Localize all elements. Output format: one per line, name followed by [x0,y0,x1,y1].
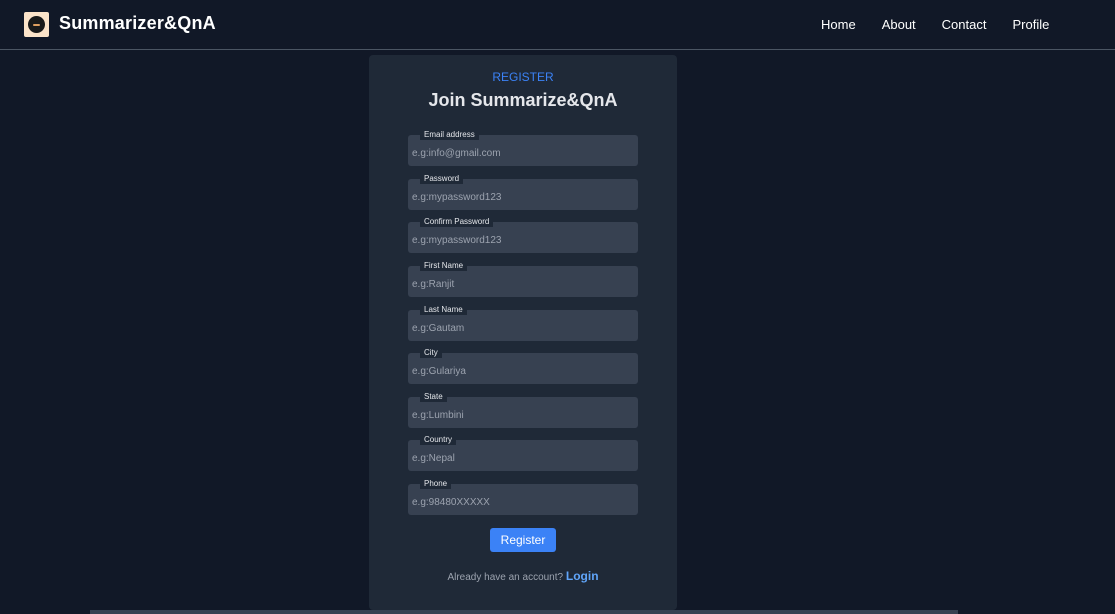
register-card: REGISTER Join Summarize&QnA Email addres… [369,55,677,610]
nav-link-profile[interactable]: Profile [1012,17,1049,32]
phone-label: Phone [420,479,452,489]
city-field-group: City [408,348,638,384]
state-label: State [420,392,447,402]
nav-link-home[interactable]: Home [821,17,856,32]
confirm-password-label: Confirm Password [420,217,494,227]
nav-link-contact[interactable]: Contact [942,17,987,32]
form-subtitle: REGISTER [492,70,554,84]
country-field-group: Country [408,435,638,471]
country-label: Country [420,435,457,445]
last-name-label: Last Name [420,305,467,315]
logo-icon[interactable] [24,12,49,37]
first-name-field-group: First Name [408,261,638,297]
nav-link-about[interactable]: About [882,17,916,32]
register-button[interactable]: Register [490,528,556,552]
navbar: Summarizer&QnA Home About Contact Profil… [0,0,1115,50]
logo-inner [28,16,45,33]
last-name-field-group: Last Name [408,305,638,341]
state-field-group: State [408,392,638,428]
password-field-group: Password [408,174,638,210]
email-label: Email address [420,130,479,140]
brand-name[interactable]: Summarizer&QnA [59,13,216,34]
password-label: Password [420,174,464,184]
account-prompt-text: Already have an account? [447,572,564,583]
city-input[interactable] [408,353,638,384]
horizontal-scrollbar[interactable] [90,610,958,614]
nav-links: Home About Contact Profile [821,17,1075,32]
logo-mark [33,23,40,26]
first-name-label: First Name [420,261,468,271]
login-prompt: Already have an account? Login [369,569,677,583]
form-title: Join Summarize&QnA [428,90,618,110]
phone-field-group: Phone [408,479,638,515]
email-field-group: Email address [408,130,638,166]
confirm-password-field-group: Confirm Password [408,217,638,253]
city-label: City [420,348,442,358]
login-link[interactable]: Login [566,569,599,583]
